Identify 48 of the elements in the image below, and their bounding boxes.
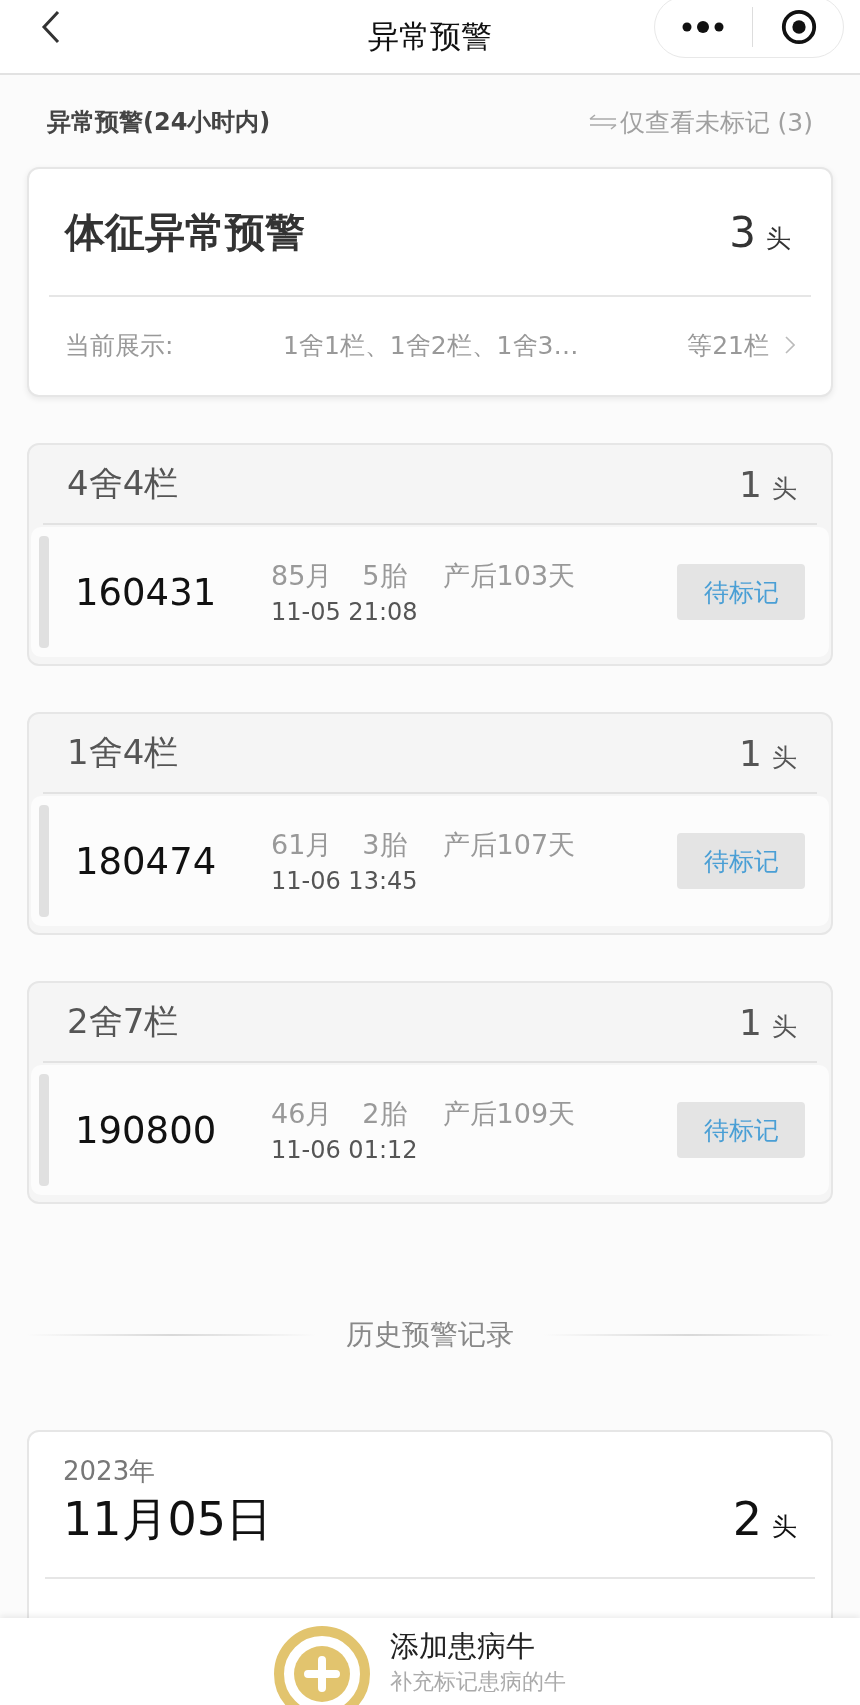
alert-time: 11-06 01:12 (271, 1136, 419, 1164)
head-count: 2 头 (732, 1492, 797, 1546)
filter-link[interactable]: 仅查看未标记 (3) (587, 105, 813, 139)
display-label: 当前展示: (65, 329, 175, 362)
animal-row[interactable]: 180474 61月 3胎 产后107天 11-06 13:45 待标记 (31, 796, 829, 926)
mark-button[interactable]: 待标记 (677, 1102, 805, 1158)
add-title: 添加患病牛 (390, 1628, 536, 1664)
swap-icon (587, 112, 618, 132)
animal-row[interactable]: 160431 85月 5胎 产后103天 11-05 21:08 待标记 (31, 527, 829, 657)
cow-parity: 5胎 (362, 559, 407, 593)
pen-name: 2舍7栏 (67, 1000, 179, 1043)
head-count: 1 头 (739, 463, 798, 505)
days-postpartum: 产后109天 (442, 1097, 576, 1131)
cow-age: 85月 (271, 559, 333, 593)
cow-id: 180474 (74, 839, 218, 883)
page-title: 异常预警 (368, 16, 492, 56)
pen-total: 等21栏 (687, 329, 769, 362)
pen-list: 1舍1栏、1舍2栏、1舍3… (283, 328, 688, 362)
mark-button[interactable]: 待标记 (677, 833, 805, 889)
pen-name: 1舍4栏 (67, 731, 179, 774)
cow-age: 61月 (271, 828, 333, 862)
section-title: 异常预警(24小时内) (47, 107, 271, 138)
back-icon[interactable] (41, 10, 61, 44)
alert-time: 11-05 21:08 (271, 598, 419, 626)
alert-time: 11-06 13:45 (271, 867, 419, 895)
pen-selector[interactable]: 当前展示: 1舍1栏、1舍2栏、1舍3… 等21栏 (49, 297, 811, 393)
year-label: 2023年 (63, 1455, 157, 1488)
head-count: 3 头 (729, 207, 792, 257)
add-subtitle: 补充标记患病的牛 (390, 1668, 566, 1696)
mark-button[interactable]: 待标记 (677, 564, 805, 620)
cow-id: 160431 (74, 570, 218, 614)
head-count: 1 头 (739, 1001, 798, 1043)
cow-parity: 2胎 (362, 1097, 407, 1131)
cow-id: 190800 (74, 1108, 218, 1152)
more-icon[interactable] (680, 21, 725, 33)
section-title: 历史预警记录 (346, 1317, 514, 1353)
card-title: 体征异常预警 (63, 207, 305, 257)
date-label: 11月05日 (63, 1491, 273, 1548)
cow-age: 46月 (271, 1097, 333, 1131)
animal-row[interactable]: 190800 46月 2胎 产后109天 11-06 01:12 待标记 (31, 1065, 829, 1195)
pen-name: 4舍4栏 (67, 462, 179, 505)
days-postpartum: 产后103天 (442, 559, 576, 593)
days-postpartum: 产后107天 (442, 828, 576, 862)
add-button[interactable]: 添加患病牛 补充标记患病的牛 (274, 1618, 566, 1705)
chevron-icon (785, 336, 795, 354)
head-count: 1 头 (739, 732, 798, 774)
cow-parity: 3胎 (362, 828, 407, 862)
close-icon[interactable] (779, 8, 818, 46)
